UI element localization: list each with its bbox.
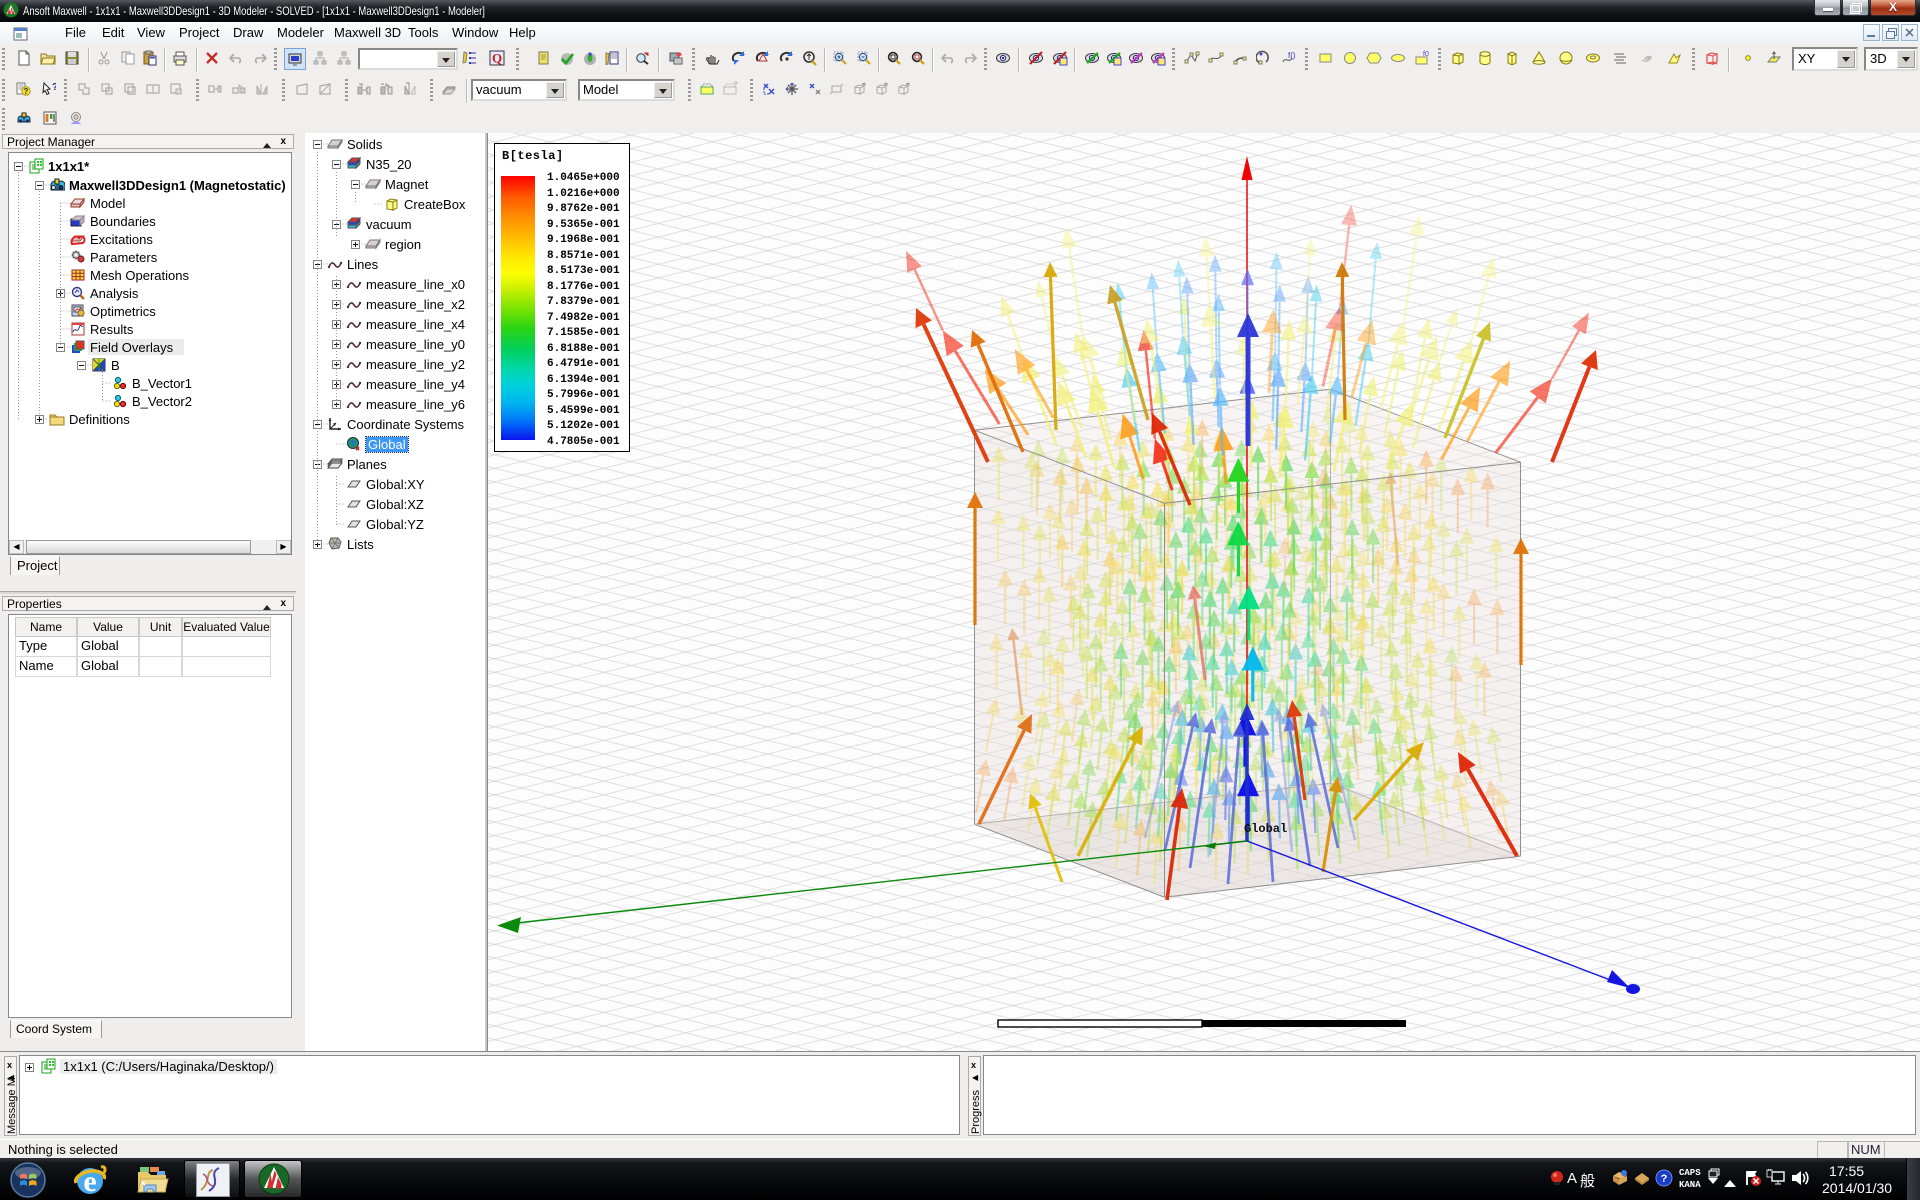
svg-text:?: ?	[24, 87, 29, 96]
svg-text:Q: Q	[492, 51, 502, 66]
svg-text:?: ?	[1661, 1173, 1668, 1185]
svg-text:?: ?	[52, 82, 56, 93]
svg-text:f(): f()	[1288, 51, 1296, 60]
svg-text:f0: f0	[1423, 51, 1429, 58]
